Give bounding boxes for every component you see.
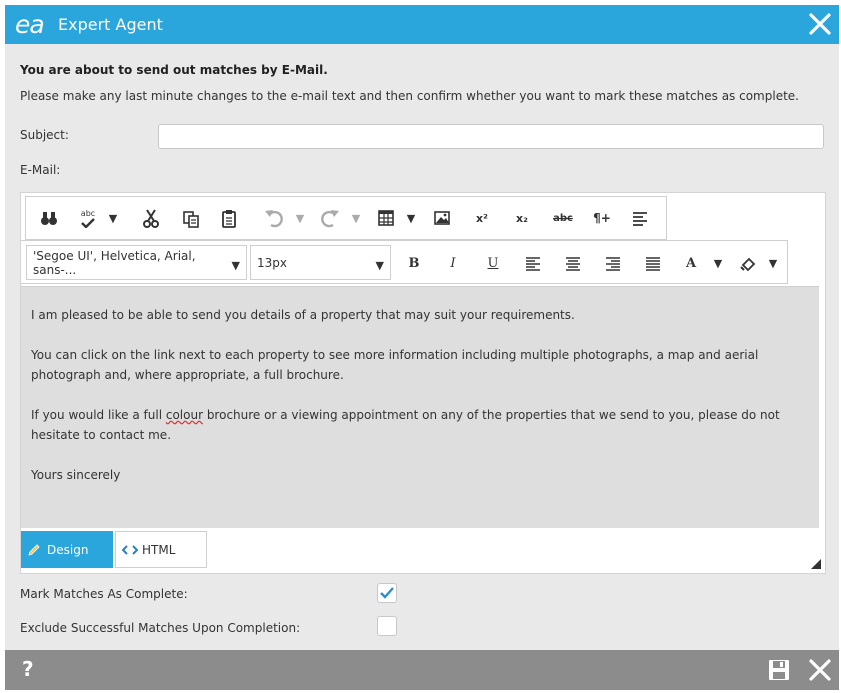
undo-dropdown-icon[interactable]: ▼ bbox=[293, 206, 307, 230]
app-logo: ea bbox=[15, 10, 45, 39]
paste-icon[interactable] bbox=[219, 206, 239, 230]
font-size-value: 13px bbox=[257, 255, 287, 270]
pencil-icon bbox=[28, 543, 40, 556]
code-icon bbox=[122, 544, 138, 555]
editor-toolbar-primary: abc ▼ ▼ ▼ ▼ x² x₂ abc ¶+ bbox=[25, 196, 667, 240]
spellcheck-button[interactable]: abc bbox=[78, 206, 98, 230]
font-family-value: 'Segoe UI', Helvetica, Arial, sans-... bbox=[33, 248, 196, 277]
spellcheck-label: abc bbox=[80, 208, 96, 218]
bold-button[interactable]: B bbox=[404, 251, 424, 275]
editor-body[interactable]: I am pleased to be able to send you deta… bbox=[21, 286, 819, 528]
body-closing: Yours sincerely bbox=[31, 468, 121, 482]
mark-complete-checkbox[interactable] bbox=[377, 583, 397, 603]
strikethrough-button[interactable]: abc bbox=[550, 206, 576, 230]
underline-button[interactable]: U bbox=[483, 251, 503, 275]
undo-icon[interactable] bbox=[263, 206, 285, 230]
instruction-text: Please make any last minute changes to t… bbox=[20, 89, 799, 103]
checkmark-icon bbox=[380, 587, 394, 599]
cut-icon[interactable] bbox=[141, 206, 161, 230]
align-left-icon[interactable] bbox=[523, 251, 543, 275]
resize-handle[interactable] bbox=[811, 559, 821, 569]
mark-complete-label: Mark Matches As Complete: bbox=[20, 587, 188, 601]
help-button[interactable]: ? bbox=[22, 657, 34, 681]
highlight-icon[interactable] bbox=[738, 251, 758, 275]
exclude-matches-checkbox[interactable] bbox=[377, 616, 397, 636]
copy-icon[interactable] bbox=[181, 206, 201, 230]
save-icon[interactable] bbox=[768, 659, 790, 681]
align-center-icon[interactable] bbox=[563, 251, 583, 275]
font-size-select[interactable]: 13px ▼ bbox=[250, 245, 391, 280]
window-title: Expert Agent bbox=[58, 15, 163, 34]
close-icon[interactable] bbox=[807, 11, 833, 37]
redo-dropdown-icon[interactable]: ▼ bbox=[349, 206, 363, 230]
page-heading: You are about to send out matches by E-M… bbox=[20, 63, 328, 77]
check-icon bbox=[81, 217, 95, 228]
footer-bar: ? bbox=[5, 650, 839, 690]
tab-html-label: HTML bbox=[142, 542, 176, 557]
font-family-select[interactable]: 'Segoe UI', Helvetica, Arial, sans-... ▼ bbox=[26, 245, 247, 280]
spellcheck-dropdown-icon[interactable]: ▼ bbox=[106, 206, 120, 230]
body-paragraph-2: You can click on the link next to each p… bbox=[31, 348, 759, 382]
format-block-icon[interactable] bbox=[630, 206, 650, 230]
close-icon[interactable] bbox=[808, 658, 832, 682]
find-icon[interactable] bbox=[39, 206, 59, 230]
title-bar: ea Expert Agent bbox=[5, 5, 839, 44]
editor-toolbar-secondary: 'Segoe UI', Helvetica, Arial, sans-... ▼… bbox=[21, 240, 788, 284]
table-icon[interactable] bbox=[376, 206, 396, 230]
email-editor: abc ▼ ▼ ▼ ▼ x² x₂ abc ¶+ 'Segoe UI', Hel… bbox=[20, 192, 826, 574]
redo-icon[interactable] bbox=[319, 206, 341, 230]
font-color-dropdown-icon[interactable]: ▼ bbox=[711, 251, 725, 275]
align-right-icon[interactable] bbox=[603, 251, 623, 275]
body-paragraph-1: I am pleased to be able to send you deta… bbox=[31, 308, 575, 322]
tab-design[interactable]: Design bbox=[21, 531, 113, 568]
subscript-button[interactable]: x₂ bbox=[511, 206, 533, 230]
subject-label: Subject: bbox=[20, 128, 69, 142]
body-paragraph-3-start: If you would like a full bbox=[31, 408, 166, 422]
highlight-dropdown-icon[interactable]: ▼ bbox=[766, 251, 780, 275]
subject-input[interactable] bbox=[158, 124, 824, 149]
chevron-down-icon: ▼ bbox=[375, 259, 384, 272]
misspelled-word: colour bbox=[165, 408, 203, 422]
body-paragraph-3: If you would like a full colour brochure… bbox=[31, 405, 809, 445]
italic-button[interactable]: I bbox=[443, 251, 463, 275]
table-dropdown-icon[interactable]: ▼ bbox=[404, 206, 418, 230]
tab-design-label: Design bbox=[47, 542, 89, 557]
font-color-button[interactable]: A bbox=[681, 251, 701, 275]
image-icon[interactable] bbox=[432, 206, 452, 230]
exclude-matches-label: Exclude Successful Matches Upon Completi… bbox=[20, 621, 301, 635]
chevron-down-icon: ▼ bbox=[231, 259, 240, 272]
justify-icon[interactable] bbox=[643, 251, 663, 275]
tab-html[interactable]: HTML bbox=[115, 531, 207, 568]
email-label: E-Mail: bbox=[20, 163, 61, 177]
dialog-content: You are about to send out matches by E-M… bbox=[5, 44, 839, 650]
superscript-button[interactable]: x² bbox=[471, 206, 493, 230]
paragraph-button[interactable]: ¶+ bbox=[591, 206, 613, 230]
